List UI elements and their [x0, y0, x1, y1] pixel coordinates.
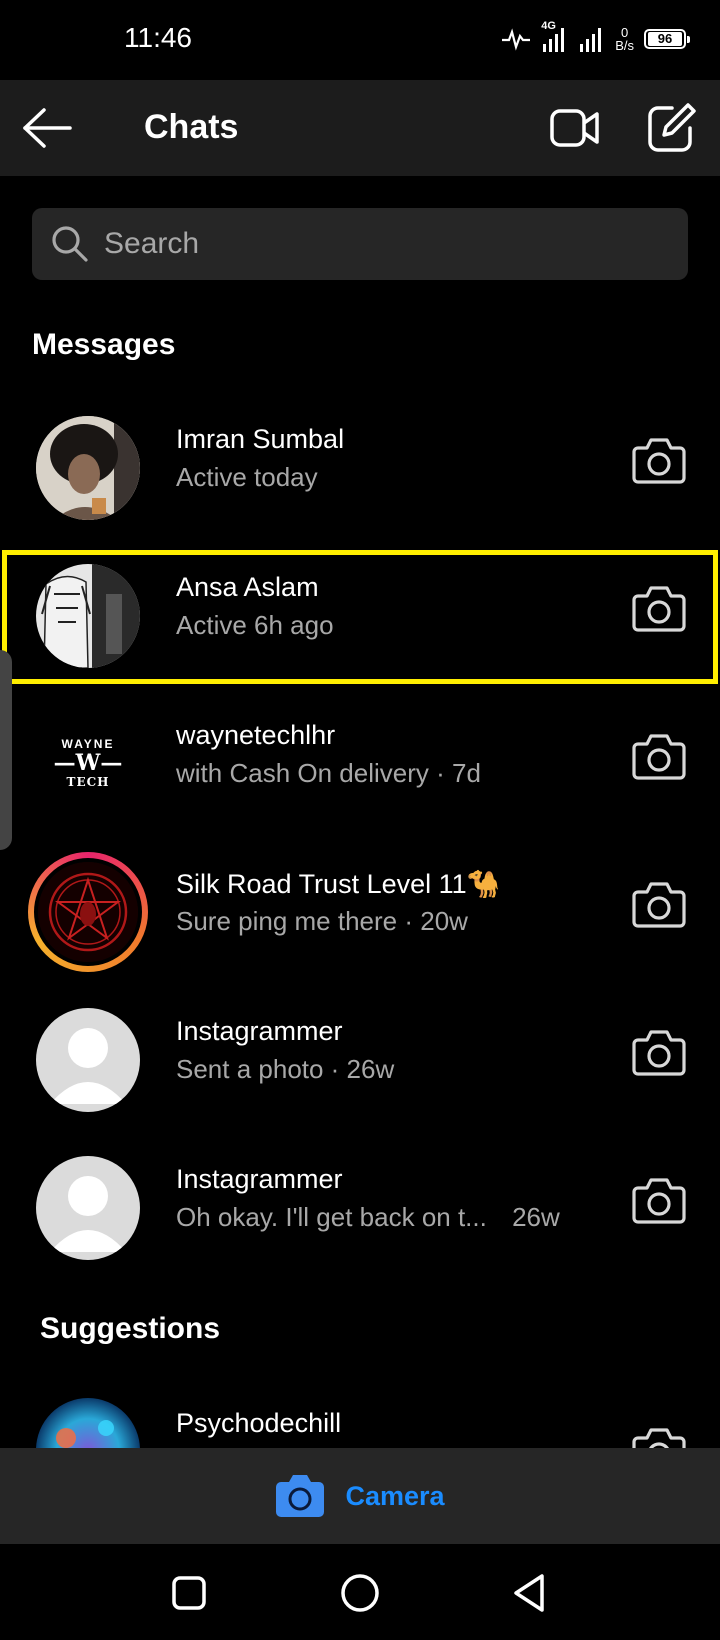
camera-button[interactable]: [632, 436, 686, 486]
home-button[interactable]: [337, 1570, 383, 1616]
circle-icon: [341, 1574, 379, 1612]
camera-button[interactable]: [632, 1028, 686, 1078]
suggestion-row[interactable]: Psychodechill: [0, 1380, 720, 1448]
camera-bar[interactable]: Camera: [0, 1448, 720, 1544]
camera-button[interactable]: [632, 584, 686, 634]
chat-status: Active 6h ago: [176, 610, 334, 640]
camera-icon: [276, 1475, 325, 1517]
recents-button[interactable]: [166, 1570, 212, 1616]
page-title: Chats: [144, 108, 239, 146]
navigation-bar: [0, 1544, 720, 1640]
default-avatar-icon: [36, 1008, 140, 1112]
camera-button[interactable]: [632, 732, 686, 782]
avatar: [34, 858, 142, 966]
chat-time: 26w: [512, 1202, 560, 1232]
status-bar: 11:46 4G 0 B/s 96: [0, 0, 720, 80]
camera-button[interactable]: [632, 1176, 686, 1226]
signal-4g-icon: 4G: [541, 20, 569, 54]
default-avatar-icon: [36, 1156, 140, 1260]
camera-button-label: Camera: [345, 1480, 445, 1511]
wayne-tech-logo: WAYNE —W— TECH: [53, 737, 123, 789]
camera-icon: [632, 734, 686, 780]
avatar: [36, 1398, 140, 1448]
search-icon: [52, 226, 88, 262]
arrow-left-icon: [23, 108, 72, 148]
chat-row[interactable]: Instagrammer Sent a photo · 26w: [0, 988, 720, 1128]
video-camera-icon: [550, 109, 599, 147]
chat-last-message: Sent a photo · 26w: [176, 1054, 395, 1084]
triangle-back-icon: [514, 1574, 544, 1612]
suggestions-section-title: Suggestions: [40, 1312, 221, 1345]
header: Chats: [0, 80, 720, 176]
avatar: [36, 416, 140, 520]
square-icon: [172, 1576, 206, 1610]
chat-name: Instagrammer: [176, 1164, 343, 1194]
chat-last-message-text: Oh okay. I'll get back on t...: [176, 1202, 487, 1232]
status-icons: 4G 0 B/s 96: [501, 20, 690, 54]
camera-icon: [632, 1178, 686, 1224]
signal-icon: [580, 28, 602, 52]
camera-icon: [632, 438, 686, 484]
camera-icon: [632, 1428, 686, 1448]
status-time: 11:46: [124, 22, 192, 53]
chat-name: Instagrammer: [176, 1016, 343, 1046]
camera-button[interactable]: [632, 880, 686, 930]
messages-section-title: Messages: [32, 328, 176, 361]
chat-name: Imran Sumbal: [176, 424, 345, 454]
chat-row[interactable]: WAYNE —W— TECH waynetechlhr with Cash On…: [0, 692, 720, 832]
chat-row[interactable]: Instagrammer Oh okay. I'll get back on t…: [0, 1136, 720, 1276]
search-bar[interactable]: [32, 208, 688, 280]
compose-icon: [648, 103, 696, 152]
camera-button[interactable]: [632, 1426, 686, 1448]
avatar: [36, 564, 140, 668]
back-button[interactable]: [22, 106, 74, 150]
chat-status: Active today: [176, 462, 318, 492]
chat-row[interactable]: Silk Road Trust Level 11🐪 Sure ping me t…: [0, 840, 720, 980]
camera-icon: [632, 1030, 686, 1076]
chat-row[interactable]: Imran Sumbal Active today: [0, 396, 720, 536]
suggestion-name: Psychodechill: [176, 1408, 342, 1438]
chat-row[interactable]: Ansa Aslam Active 6h ago: [0, 544, 720, 684]
search-input[interactable]: [104, 208, 664, 280]
chat-last-message: Oh okay. I'll get back on t... 26w: [176, 1202, 560, 1233]
network-speed: 0 B/s: [615, 25, 634, 53]
camera-icon: [632, 882, 686, 928]
chat-name: Silk Road Trust Level 11🐪: [176, 869, 501, 899]
battery-icon: 96: [644, 29, 690, 49]
avatar-logo: WAYNE —W— TECH: [36, 712, 140, 816]
chat-last-message: Sure ping me there · 20w: [176, 906, 468, 936]
chat-last-message: with Cash On delivery · 7d: [176, 758, 481, 788]
activity-icon: [502, 28, 531, 51]
camera-icon: [632, 586, 686, 632]
chat-name: Ansa Aslam: [176, 572, 319, 602]
video-call-button[interactable]: [550, 104, 600, 152]
chat-name: waynetechlhr: [176, 720, 336, 750]
compose-button[interactable]: [648, 102, 696, 152]
back-nav-button[interactable]: [508, 1570, 554, 1616]
